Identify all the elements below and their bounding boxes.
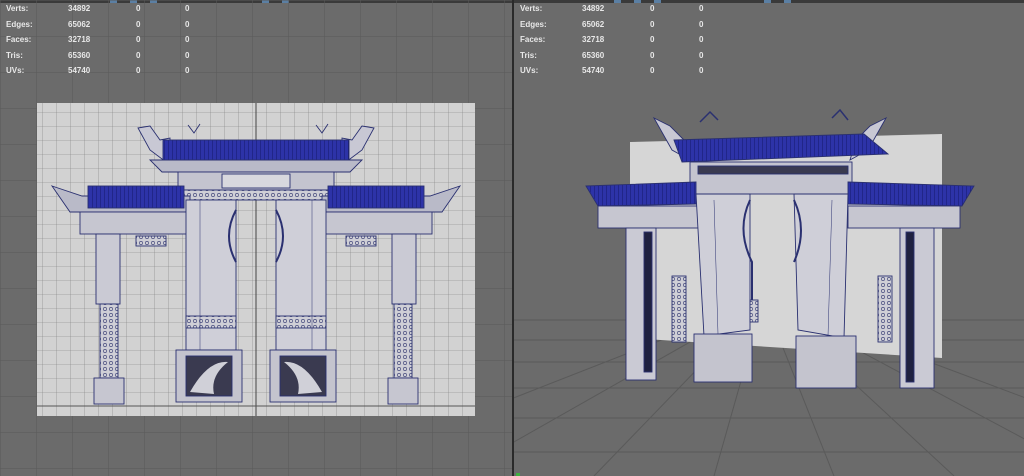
top-roof-tiles <box>162 139 350 163</box>
hud-value: 0 <box>699 66 704 75</box>
hud-label: Edges: <box>6 19 33 29</box>
right-side-roof-tiles <box>847 181 975 207</box>
hud-label: Tris: <box>6 50 23 60</box>
hud-value: 34892 <box>68 4 91 13</box>
hud-value: 65360 <box>68 50 91 60</box>
hud-value: 54740 <box>582 66 605 75</box>
right-outer-pillar <box>899 227 935 389</box>
left-outer-pillar-top <box>95 233 121 305</box>
right-pillar-base <box>795 335 857 389</box>
hud-value: 0 <box>650 35 655 44</box>
hud-value: 0 <box>136 35 141 44</box>
right-outer-pillar-carving <box>393 303 413 379</box>
hud-value: 32718 <box>582 35 605 44</box>
hud-label: Verts: <box>520 4 543 13</box>
hud-value: 0 <box>650 4 655 13</box>
hud-value: 0 <box>699 35 704 44</box>
front-viewport[interactable]: Verts: 34892 0 0 Edges: 65062 0 0 Faces:… <box>0 0 512 476</box>
left-inner-pillar <box>695 193 751 337</box>
right-outer-pillar-top <box>391 233 417 305</box>
hud-label: Faces: <box>6 35 32 44</box>
hud-value: 54740 <box>68 66 91 75</box>
hud-value: 65062 <box>582 19 605 29</box>
hud-label: Tris: <box>520 50 537 60</box>
hud-value: 0 <box>136 4 141 13</box>
hud-value: 0 <box>185 50 190 60</box>
hud-label: UVs: <box>520 66 539 75</box>
hud-label: Verts: <box>6 4 29 13</box>
right-inner-pillar <box>793 193 849 339</box>
left-pillar-base <box>693 333 753 383</box>
left-outer-pillar-carving <box>99 303 119 379</box>
hud-value: 0 <box>136 19 141 29</box>
perspective-viewport[interactable]: Verts: 34892 0 0 Edges: 65062 0 0 Faces:… <box>514 0 1024 476</box>
hud-value: 0 <box>136 66 141 75</box>
hud-value: 0 <box>185 19 190 29</box>
hud-value: 0 <box>185 66 190 75</box>
hud-label: UVs: <box>6 66 25 75</box>
hud-value: 0 <box>185 35 190 44</box>
hud-value: 34892 <box>582 4 605 13</box>
hud-value: 0 <box>699 4 704 13</box>
hud-value: 0 <box>699 50 704 60</box>
left-side-roof-tiles <box>585 181 697 207</box>
hud-value: 0 <box>699 19 704 29</box>
hud-value: 32718 <box>68 35 91 44</box>
hud-label: Faces: <box>520 35 546 44</box>
hud-value: 65062 <box>68 19 91 29</box>
hud-value: 0 <box>185 4 190 13</box>
hud-value: 0 <box>650 66 655 75</box>
hud-value: 0 <box>136 50 141 60</box>
hud-value: 0 <box>650 50 655 60</box>
name-plaque <box>221 173 291 189</box>
left-side-roof-tiles <box>87 185 185 209</box>
hud-label: Edges: <box>520 19 547 29</box>
right-side-roof-tiles <box>327 185 425 209</box>
hud-value: 65360 <box>582 50 605 60</box>
hud-value: 0 <box>650 19 655 29</box>
